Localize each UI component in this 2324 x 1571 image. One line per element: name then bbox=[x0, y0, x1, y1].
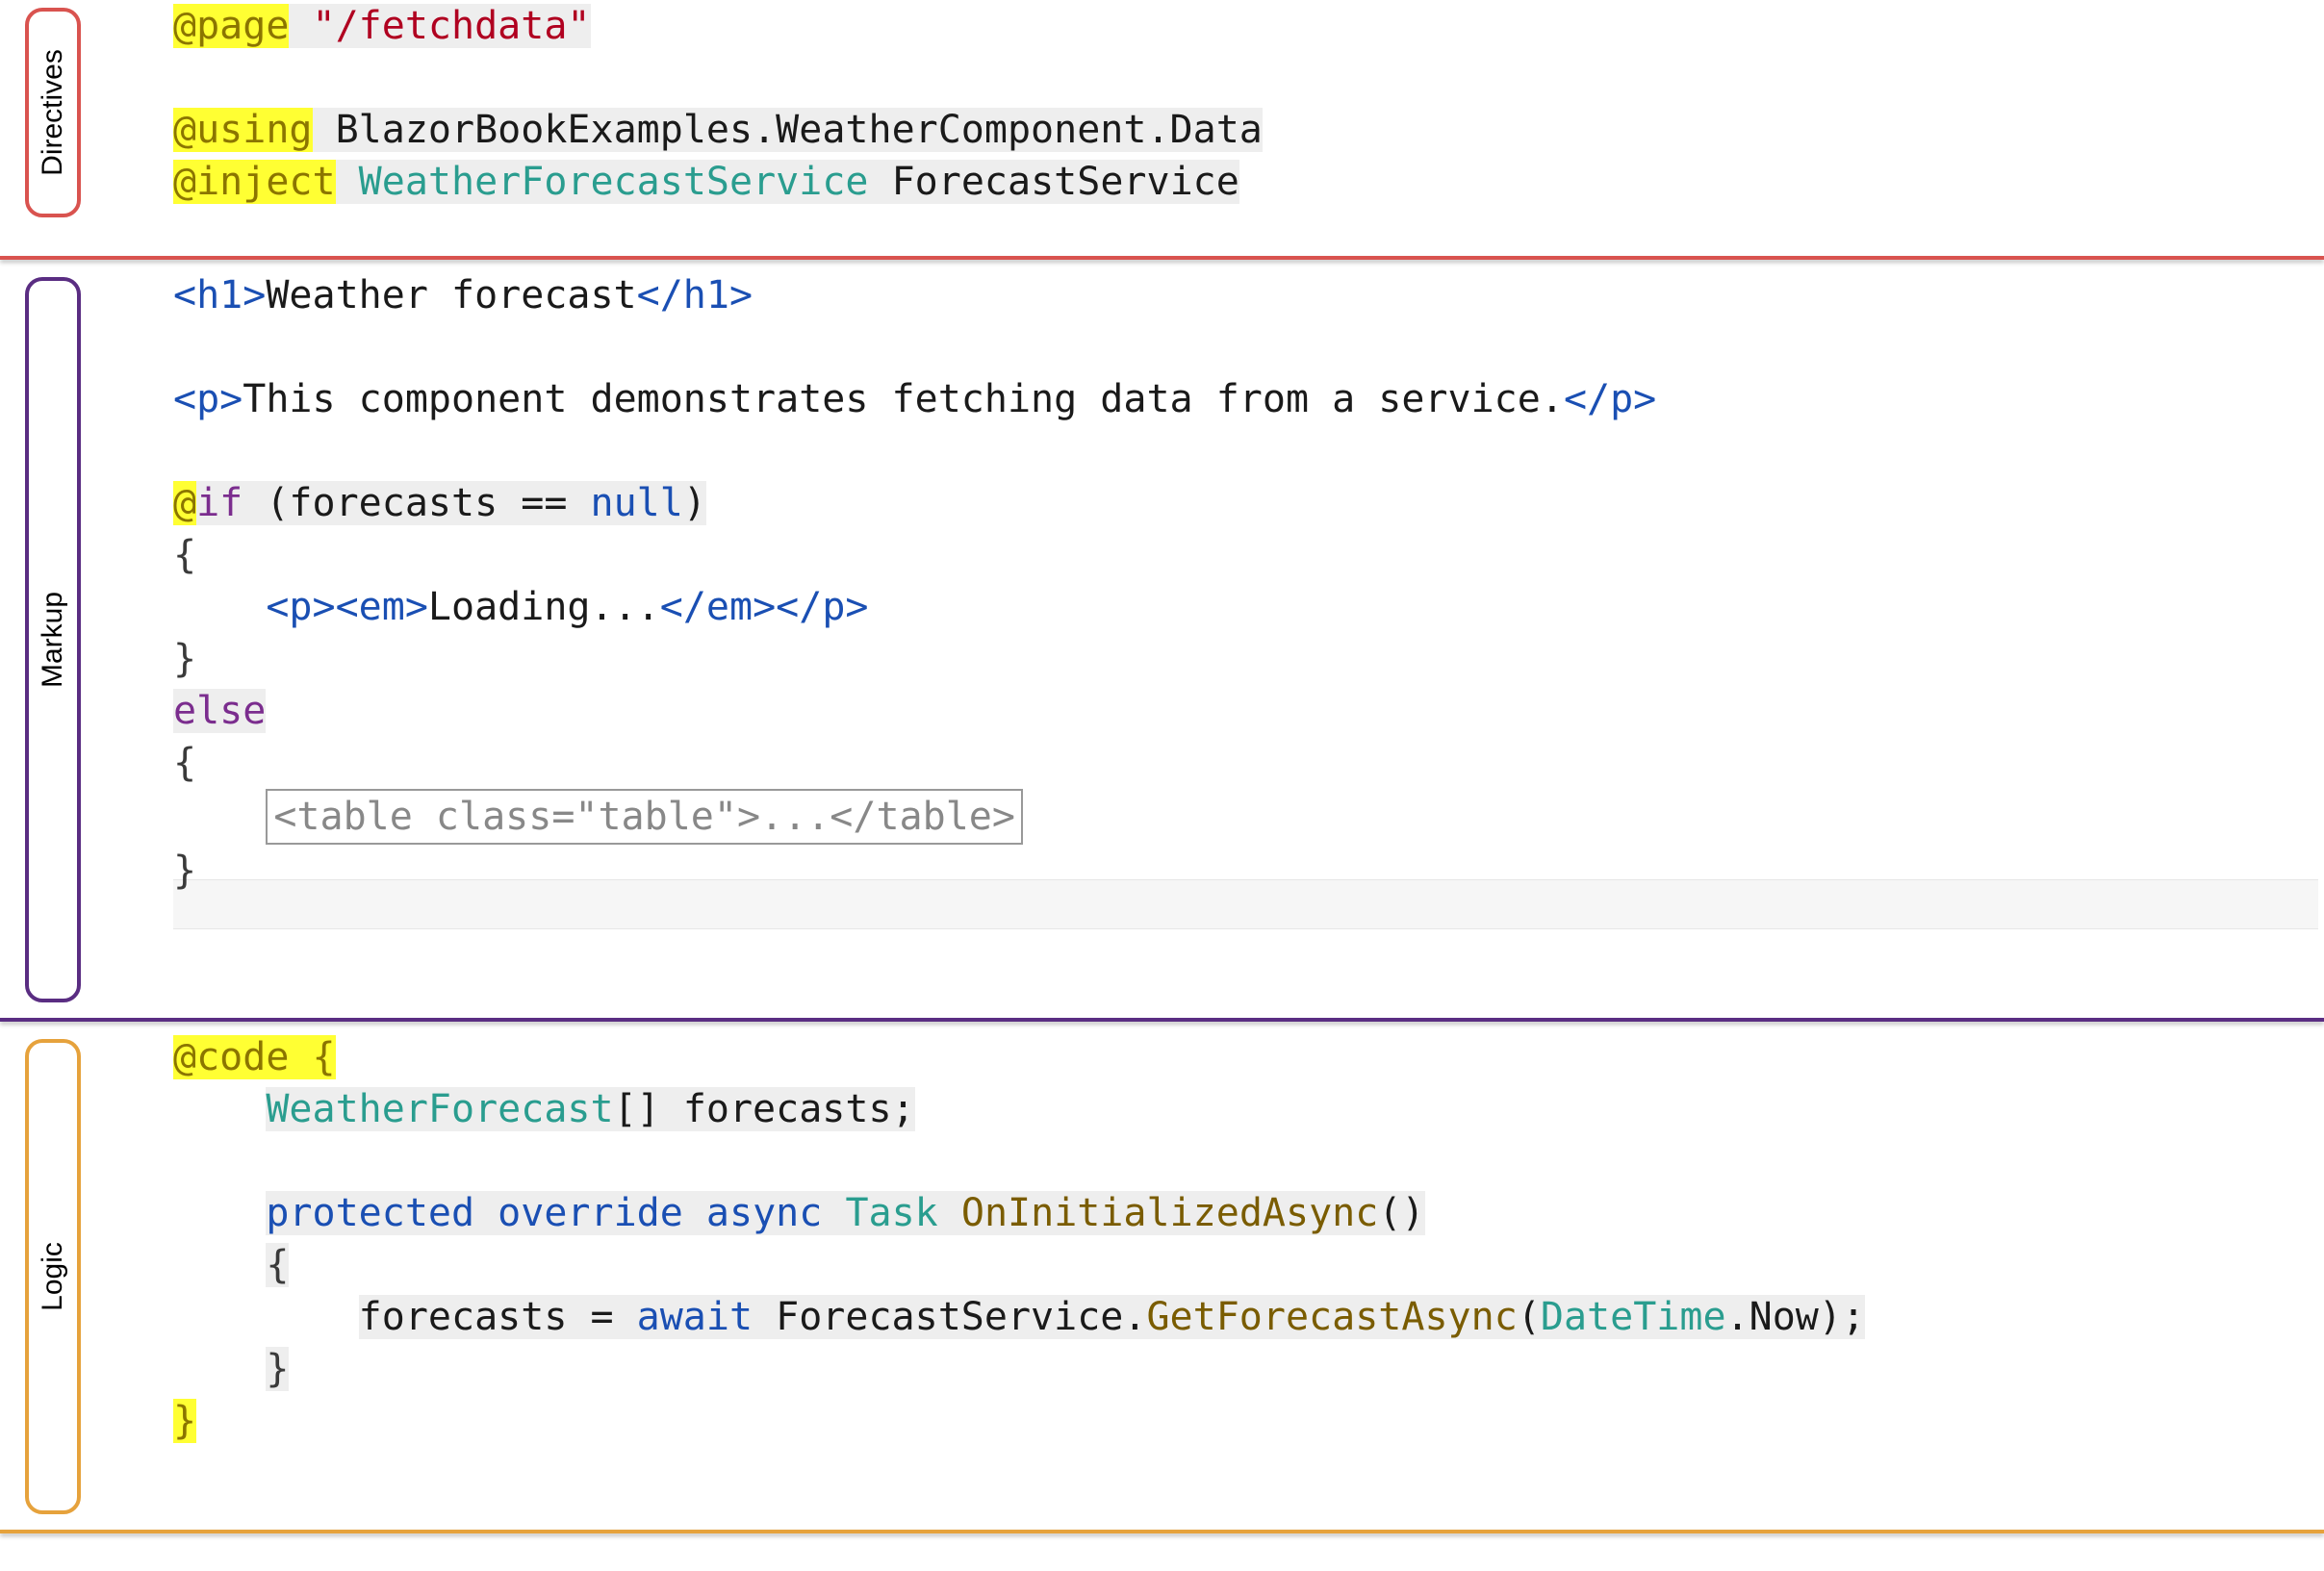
logic-section: Logic @code { WeatherForecast[] forecast… bbox=[0, 1031, 2324, 1522]
logic-label: Logic bbox=[37, 1242, 69, 1311]
directives-bracket: Directives bbox=[0, 0, 106, 248]
logic-code: @code { WeatherForecast[] forecasts; pro… bbox=[106, 1031, 2324, 1522]
directives-code: @page "/fetchdata" @using BlazorBookExam… bbox=[106, 0, 2324, 248]
logic-bracket: Logic bbox=[0, 1031, 106, 1522]
directives-label: Directives bbox=[37, 49, 69, 176]
divider-red bbox=[0, 256, 2324, 260]
razor-anatomy-diagram: Directives @page "/fetchdata" @using Bla… bbox=[0, 0, 2324, 1571]
markup-label: Markup bbox=[37, 592, 69, 688]
folded-table: <table class="table">...</table> bbox=[266, 789, 1023, 845]
divider-orange bbox=[0, 1530, 2324, 1533]
directives-section: Directives @page "/fetchdata" @using Bla… bbox=[0, 0, 2324, 248]
markup-bracket: Markup bbox=[0, 269, 106, 1010]
divider-purple bbox=[0, 1018, 2324, 1022]
markup-section: Markup <h1>Weather forecast</h1> <p>This… bbox=[0, 269, 2324, 1010]
markup-code: <h1>Weather forecast</h1> <p>This compon… bbox=[106, 269, 2324, 1010]
